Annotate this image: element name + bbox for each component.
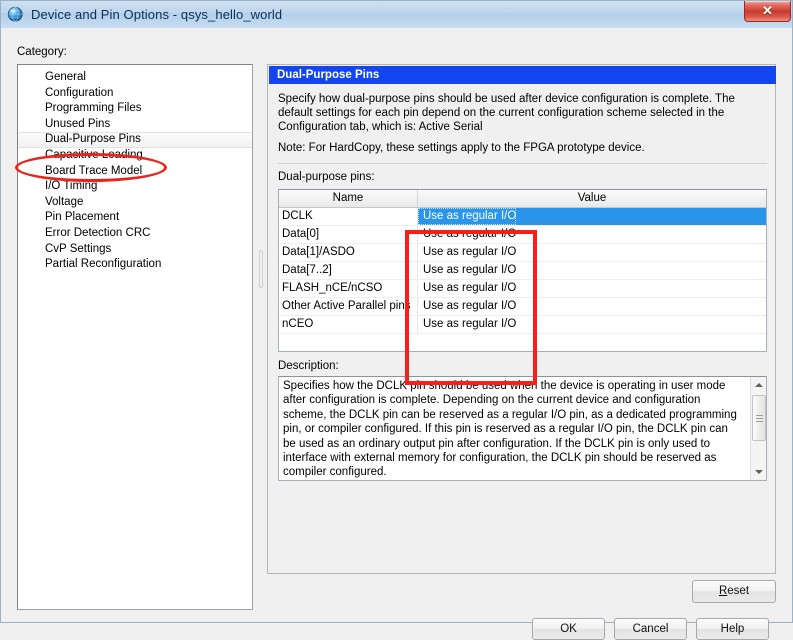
close-button[interactable]: ✕ <box>744 1 791 22</box>
table-row[interactable]: FLASH_nCE/nCSO Use as regular I/O <box>279 280 766 298</box>
device-and-pin-options-dialog: Device and Pin Options - qsys_hello_worl… <box>0 0 793 640</box>
category-item-capacitive-loading[interactable]: Capacitive Loading <box>18 148 252 164</box>
globe-icon <box>7 6 23 22</box>
cell-pin-value-text: Use as regular I/O <box>423 282 517 294</box>
scroll-up-icon[interactable] <box>751 377 766 393</box>
dual-purpose-pins-table[interactable]: Name Value DCLK Use as regular I/O Data[… <box>278 189 767 352</box>
category-item-configuration[interactable]: Configuration <box>18 86 252 102</box>
title-bar[interactable]: Device and Pin Options - qsys_hello_worl… <box>1 1 792 29</box>
cancel-button[interactable]: Cancel <box>614 618 687 640</box>
scroll-down-icon[interactable] <box>751 464 766 480</box>
dual-purpose-pins-panel: Dual-Purpose Pins Specify how dual-purpo… <box>267 64 776 574</box>
table-row[interactable]: Data[7..2] Use as regular I/O <box>279 262 766 280</box>
splitter-grip <box>259 250 263 288</box>
scrollbar-thumb[interactable] <box>752 395 766 441</box>
panel-header-title: Dual-Purpose Pins <box>269 66 776 84</box>
cell-pin-value[interactable]: Use as regular I/O <box>418 316 766 333</box>
dual-purpose-pins-label: Dual-purpose pins: <box>278 171 375 183</box>
category-item-dual-purpose-pins[interactable]: Dual-Purpose Pins <box>18 132 252 148</box>
help-button[interactable]: Help <box>696 618 769 640</box>
cell-pin-value[interactable]: Use as regular I/O <box>418 226 766 243</box>
column-header-name[interactable]: Name <box>279 190 418 207</box>
cell-pin-name: DCLK <box>279 208 418 225</box>
dialog-client-area: Category: General Configuration Programm… <box>1 28 792 640</box>
panel-splitter[interactable] <box>258 64 264 610</box>
category-item-unused-pins[interactable]: Unused Pins <box>18 117 252 133</box>
table-row[interactable]: Other Active Parallel pins Use as regula… <box>279 298 766 316</box>
reset-button[interactable]: Reset <box>692 580 776 603</box>
description-scrollbar[interactable] <box>750 377 766 480</box>
cell-pin-value-text: Use as regular I/O <box>423 246 517 258</box>
cell-pin-name: Data[0] <box>279 226 418 243</box>
cell-pin-value[interactable]: Use as regular I/O <box>418 298 766 315</box>
category-item-voltage[interactable]: Voltage <box>18 195 252 211</box>
cell-pin-name: Data[1]/ASDO <box>279 244 418 261</box>
close-icon: ✕ <box>762 2 773 18</box>
category-item-partial-reconfiguration[interactable]: Partial Reconfiguration <box>18 257 252 273</box>
cell-pin-value-text: Use as regular I/O <box>423 228 517 240</box>
column-header-value[interactable]: Value <box>418 190 766 207</box>
cell-pin-value-text: Use as regular I/O <box>418 208 517 225</box>
table-row[interactable]: Data[1]/ASDO Use as regular I/O <box>279 244 766 262</box>
category-item-cvp-settings[interactable]: CvP Settings <box>18 242 252 258</box>
category-label: Category: <box>17 46 67 58</box>
cell-pin-value[interactable]: Use as regular I/O <box>418 280 766 297</box>
cell-pin-value-text: Use as regular I/O <box>423 264 517 276</box>
cell-pin-value[interactable]: Use as regular I/O <box>418 244 766 261</box>
table-row[interactable]: DCLK Use as regular I/O <box>279 208 766 226</box>
scrollbar-grip <box>756 415 763 424</box>
panel-intro-text: Specify how dual-purpose pins should be … <box>278 93 735 134</box>
cell-pin-value-text: Use as regular I/O <box>423 318 517 330</box>
category-list[interactable]: General Configuration Programming Files … <box>17 64 253 610</box>
category-item-programming-files[interactable]: Programming Files <box>18 101 252 117</box>
panel-note-text: Note: For HardCopy, these settings apply… <box>278 142 645 154</box>
table-row[interactable]: Data[0] Use as regular I/O <box>279 226 766 244</box>
cell-pin-value-text: Use as regular I/O <box>423 300 517 312</box>
cell-pin-value[interactable]: Use as regular I/O <box>418 208 766 225</box>
cell-pin-name: Data[7..2] <box>279 262 418 279</box>
category-item-io-timing[interactable]: I/O Timing <box>18 179 252 195</box>
window-title: Device and Pin Options - qsys_hello_worl… <box>31 7 283 22</box>
category-item-pin-placement[interactable]: Pin Placement <box>18 210 252 226</box>
description-label: Description: <box>278 360 339 372</box>
description-box: Specifies how the DCLK pin should be use… <box>278 376 767 481</box>
ok-button[interactable]: OK <box>532 618 605 640</box>
cell-pin-name: nCEO <box>279 316 418 333</box>
cell-pin-name: FLASH_nCE/nCSO <box>279 280 418 297</box>
category-item-error-detection-crc[interactable]: Error Detection CRC <box>18 226 252 242</box>
panel-divider <box>278 163 767 164</box>
description-text: Specifies how the DCLK pin should be use… <box>283 380 737 479</box>
cell-pin-value[interactable]: Use as regular I/O <box>418 262 766 279</box>
table-row[interactable]: nCEO Use as regular I/O <box>279 316 766 334</box>
reset-label-rest: eset <box>727 585 750 597</box>
category-item-general[interactable]: General <box>18 70 252 86</box>
category-item-board-trace-model[interactable]: Board Trace Model <box>18 164 252 180</box>
table-header-row: Name Value <box>279 190 766 208</box>
cell-pin-name: Other Active Parallel pins <box>279 298 418 315</box>
